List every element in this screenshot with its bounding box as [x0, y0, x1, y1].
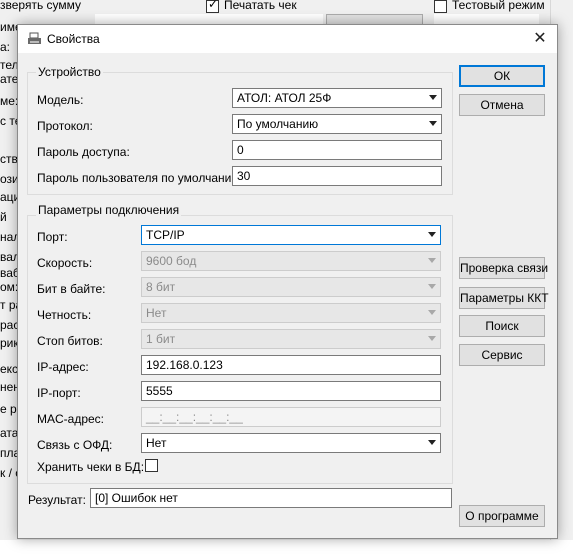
parity-label: Четность: [37, 308, 92, 322]
bg-left-text: рик [0, 336, 19, 350]
service-button[interactable]: Сервис [459, 344, 545, 366]
user-password-label: Пароль пользователя по умолчанию: [37, 171, 244, 185]
bg-print-label: Печатать чек [224, 0, 297, 12]
connection-group-legend: Параметры подключения [36, 203, 182, 217]
bg-left-text: й [0, 210, 7, 224]
bg-left-text: а: [0, 40, 11, 54]
close-icon: ✕ [533, 30, 547, 47]
ip-label: IP-адрес: [37, 360, 89, 374]
bg-left-text: ози [0, 172, 19, 186]
bg-print-checkbox[interactable]: ✓ [206, 0, 219, 13]
store-label: Хранить чеки в БД: [37, 460, 145, 474]
chevron-down-icon [429, 95, 437, 100]
properties-dialog: Свойства ✕ Устройство Модель: АТОЛ: АТОЛ… [17, 24, 558, 539]
about-button[interactable]: О программе [459, 505, 545, 527]
chevron-down-icon [428, 440, 436, 445]
ipport-field[interactable]: 5555 [141, 381, 441, 401]
dialog-title: Свойства [47, 32, 100, 46]
chevron-down-icon [429, 121, 437, 126]
protocol-value: По умолчанию [237, 117, 319, 131]
close-button[interactable]: ✕ [529, 29, 551, 49]
bits-select: 8 бит [141, 277, 441, 297]
dialog-titlebar[interactable]: Свойства ✕ [18, 25, 557, 53]
bg-left-text: е р [0, 402, 17, 416]
search-button[interactable]: Поиск [459, 315, 545, 337]
mac-field: __:__:__:__:__:__ [141, 407, 441, 427]
stopbits-label: Стоп битов: [37, 334, 103, 348]
stopbits-value: 1 бит [146, 332, 176, 346]
ofd-value: Нет [146, 436, 167, 450]
password-field[interactable]: 0 [232, 140, 442, 160]
chevron-down-icon [428, 258, 436, 263]
mac-label: MAC-адрес: [37, 412, 105, 426]
bg-left-text: тел [0, 58, 19, 72]
port-select[interactable]: TCP/IP [141, 225, 441, 245]
ip-field[interactable]: 192.168.0.123 [141, 355, 441, 375]
bg-left-text: ата [0, 426, 19, 440]
kkt-params-button[interactable]: Параметры ККТ [459, 287, 549, 309]
bg-top-label: зверять сумму [0, 0, 82, 12]
bits-value: 8 бит [146, 280, 176, 294]
protocol-select[interactable]: По умолчанию [232, 114, 442, 134]
chevron-down-icon [428, 284, 436, 289]
protocol-label: Протокол: [37, 119, 93, 133]
store-checkbox[interactable] [145, 459, 158, 472]
speed-label: Скорость: [37, 256, 93, 270]
bg-field-right [434, 14, 539, 24]
bg-test-label: Тестовый режим [452, 0, 545, 12]
user-password-field[interactable]: 30 [232, 166, 442, 186]
ofd-label: Связь с ОФД: [37, 438, 113, 452]
model-select[interactable]: АТОЛ: АТОЛ 25Ф [232, 88, 442, 108]
port-label: Порт: [37, 230, 68, 244]
bits-label: Бит в байте: [37, 282, 106, 296]
result-field[interactable]: [0] Ошибок нет [90, 488, 452, 508]
parity-value: Нет [146, 306, 167, 320]
bg-bottom-area [0, 540, 573, 559]
parity-select: Нет [141, 303, 441, 323]
check-connection-button[interactable]: Проверка связи [459, 257, 548, 279]
result-label: Результат: [28, 493, 86, 507]
device-group-legend: Устройство [36, 65, 103, 79]
model-label: Модель: [37, 93, 84, 107]
speed-select: 9600 бод [141, 251, 441, 271]
cancel-button[interactable]: Отмена [459, 94, 545, 116]
model-value: АТОЛ: АТОЛ 25Ф [237, 91, 332, 105]
password-label: Пароль доступа: [37, 145, 130, 159]
bg-field [95, 14, 323, 24]
ipport-label: IP-порт: [37, 386, 81, 400]
printer-icon [28, 32, 41, 44]
chevron-down-icon [428, 310, 436, 315]
bg-left-text: ме: [0, 94, 19, 108]
bg-test-checkbox[interactable] [434, 0, 447, 13]
speed-value: 9600 бод [146, 254, 197, 268]
chevron-down-icon [428, 232, 436, 237]
ofd-select[interactable]: Нет [141, 433, 441, 453]
port-value: TCP/IP [146, 228, 185, 242]
stopbits-select: 1 бит [141, 329, 441, 349]
bg-left-text: ом: [0, 280, 19, 294]
ok-button[interactable]: ОК [459, 65, 545, 87]
chevron-down-icon [428, 336, 436, 341]
bg-left-text: ате [0, 72, 19, 86]
